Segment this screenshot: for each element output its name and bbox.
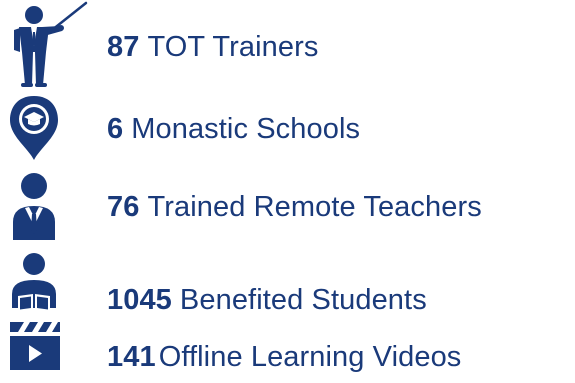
- stat-number: 76: [107, 191, 140, 223]
- school-location-icon: [0, 88, 92, 164]
- student-reading-icon: [0, 252, 92, 328]
- stat-label: Benefited Students: [179, 284, 427, 316]
- video-icon: [0, 318, 92, 383]
- stat-label: TOT Trainers: [147, 31, 319, 63]
- stat-text: 1045 Benefited Students: [107, 284, 427, 316]
- stat-learning-videos: 141 Offline Learning Videos: [0, 318, 575, 383]
- trainer-icon: [0, 0, 92, 87]
- stat-label: Trained Remote Teachers: [147, 191, 482, 223]
- stat-monastic-schools: 6 Monastic Schools: [0, 88, 575, 164]
- stat-tot-trainers: 87 TOT Trainers: [0, 0, 575, 87]
- stat-number: 1045: [107, 284, 172, 316]
- stat-text: 76 Trained Remote Teachers: [107, 191, 482, 223]
- stat-number: 141: [107, 341, 156, 373]
- stat-text: 6 Monastic Schools: [107, 113, 360, 145]
- stat-number: 6: [107, 113, 124, 145]
- stat-label: Offline Learning Videos: [158, 341, 462, 373]
- stat-text: 87 TOT Trainers: [107, 31, 318, 63]
- teacher-icon: [0, 170, 92, 246]
- stat-remote-teachers: 76 Trained Remote Teachers: [0, 170, 575, 246]
- stat-number: 87: [107, 31, 140, 63]
- stat-benefited-students: 1045 Benefited Students: [0, 252, 575, 328]
- stat-text: 141 Offline Learning Videos: [107, 341, 461, 373]
- stats-list: 87 TOT Trainers 6 Monastic Schools 76 Tr…: [0, 0, 575, 383]
- stat-label: Monastic Schools: [131, 113, 361, 145]
